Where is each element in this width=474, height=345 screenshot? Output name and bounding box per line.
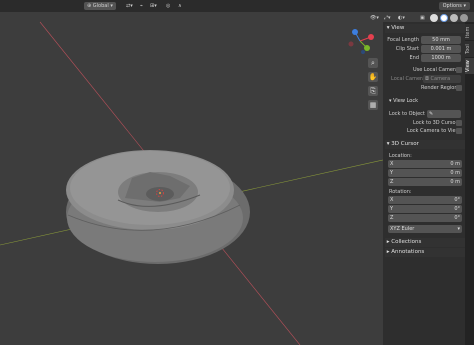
cursor-rotation-y-field[interactable]: Y 0°: [388, 205, 462, 213]
view-section-header[interactable]: ▾ View: [385, 24, 465, 33]
view-object-types-icon[interactable]: 👁▾: [370, 14, 379, 22]
eyedropper-icon: ✎: [429, 111, 434, 117]
clip-end-label: End: [409, 55, 419, 61]
location-label: Location:: [389, 153, 412, 159]
lock-camera-to-view-label: Lock Camera to View: [407, 128, 460, 134]
transform-pivot-icon[interactable]: ⇄▾: [126, 2, 133, 10]
snap-target-icon[interactable]: ⊞▾: [150, 2, 157, 10]
pan-hand-icon[interactable]: ✋: [368, 72, 378, 82]
rotation-mode-select[interactable]: XYZ Euler ▾: [388, 225, 462, 233]
cursor-rotation-x-field[interactable]: X 0°: [388, 196, 462, 204]
orientation-select[interactable]: ⊕ Global ▾: [84, 2, 116, 10]
perspective-toggle-icon[interactable]: ▦: [368, 100, 378, 110]
zoom-icon[interactable]: ⌕: [368, 58, 378, 68]
local-camera-label: Local Camera: [391, 76, 426, 82]
sidebar-panel: ▾ View Focal Length 50 mm Clip Start 0.0…: [383, 22, 465, 345]
xray-icon[interactable]: ▣: [420, 14, 425, 22]
local-camera-field: ◘ Camera: [423, 75, 461, 83]
clip-end-field[interactable]: 1000 m: [421, 54, 461, 62]
use-local-camera-checkbox[interactable]: [456, 67, 462, 73]
lock-to-3d-cursor-label: Lock to 3D Cursor: [413, 120, 458, 126]
cursor-rotation-z-field[interactable]: Z 0°: [388, 214, 462, 222]
snap-icon[interactable]: ⌁: [140, 2, 143, 10]
navigation-gizmo[interactable]: [345, 28, 375, 54]
collections-section-header[interactable]: ▸ Collections: [385, 238, 465, 247]
3d-cursor-section-header[interactable]: ▾ 3D Cursor: [385, 140, 465, 149]
rendered-shading-icon[interactable]: [460, 14, 468, 22]
chevron-down-icon: ▾: [457, 226, 460, 232]
lock-to-object-label: Lock to Object: [389, 111, 425, 117]
focal-length-field[interactable]: 50 mm: [421, 36, 461, 44]
lock-to-object-field[interactable]: ✎: [427, 110, 461, 118]
tab-view[interactable]: View: [465, 58, 474, 74]
proportional-edit-icon[interactable]: ◎: [166, 2, 170, 10]
view-lock-header[interactable]: ▾ View Lock: [389, 97, 418, 106]
clip-start-field[interactable]: 0.001 m: [421, 45, 461, 53]
tab-item[interactable]: Item: [465, 24, 474, 40]
use-local-camera-label: Use Local Camera: [413, 67, 459, 73]
cursor-location-x-field[interactable]: X0 m: [388, 160, 462, 168]
falloff-icon[interactable]: ∧: [178, 2, 182, 10]
sidebar-tabs: Item Tool View: [465, 22, 474, 345]
clip-start-label: Clip Start: [395, 46, 419, 52]
material-shading-icon[interactable]: [450, 14, 458, 22]
tab-tool[interactable]: Tool: [465, 41, 474, 57]
overlays-icon[interactable]: ◐▾: [398, 14, 405, 22]
camera-view-icon[interactable]: ⎘: [368, 86, 378, 96]
lock-camera-to-view-checkbox[interactable]: [456, 128, 462, 134]
cursor-location-z-field[interactable]: Z0 m: [388, 178, 462, 186]
annotations-section-header[interactable]: ▸ Annotations: [385, 248, 465, 257]
focal-length-label: Focal Length: [387, 37, 419, 43]
gizmo-toggle-icon[interactable]: ⤢▾: [384, 14, 391, 22]
solid-shading-icon[interactable]: [440, 14, 448, 22]
lock-to-3d-cursor-checkbox[interactable]: [456, 120, 462, 126]
wireframe-shading-icon[interactable]: [430, 14, 438, 22]
render-region-checkbox[interactable]: [456, 85, 462, 91]
options-button[interactable]: Options ▾: [438, 2, 470, 10]
viewport-header: ⊕ Global ▾ ⇄▾ ⌁ ⊞▾ ◎ ∧ Options ▾: [0, 0, 474, 12]
cursor-location-y-field[interactable]: Y0 m: [388, 169, 462, 177]
render-region-label: Render Region: [421, 85, 458, 91]
rotation-label: Rotation:: [389, 189, 412, 195]
